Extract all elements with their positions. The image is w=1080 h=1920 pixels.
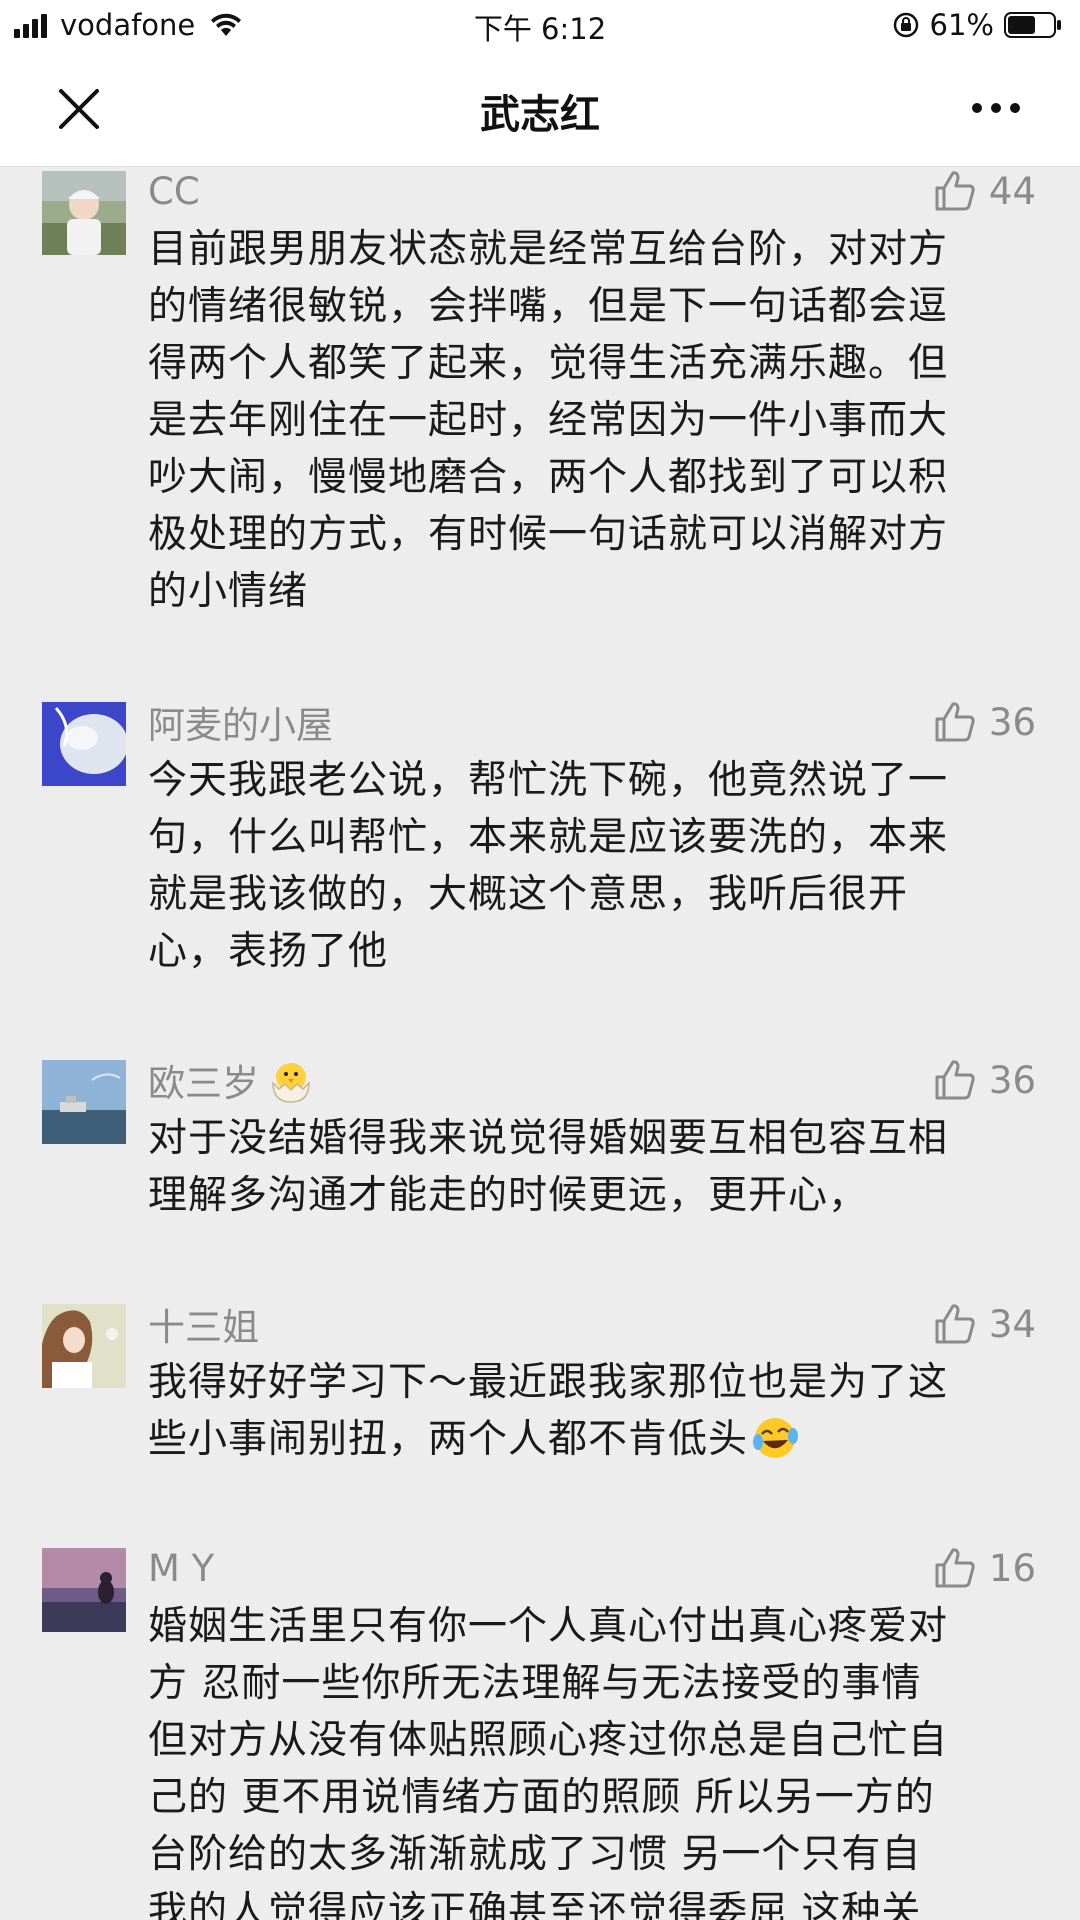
avatar[interactable]	[42, 1304, 126, 1388]
author-name: 欧三岁	[148, 1062, 259, 1105]
avatar[interactable]	[42, 1548, 126, 1632]
battery-percent: 61%	[929, 8, 994, 42]
like-count: 34	[988, 1302, 1036, 1346]
thumbs-up-icon	[935, 1304, 975, 1344]
like-button[interactable]: 44	[933, 167, 1036, 215]
rolling-laughing-emoji-icon	[753, 1418, 799, 1458]
comment-text: 目前跟男朋友状态就是经常互给台阶，对对方 的情绪很敏锐，会拌嘴，但是下一句话都会…	[148, 227, 949, 614]
comment-author[interactable]: 欧三岁	[148, 1056, 317, 1105]
like-count: 44	[988, 169, 1036, 213]
comment-author[interactable]: M Y	[148, 1544, 214, 1592]
avatar[interactable]	[42, 1060, 126, 1144]
comment-text: 今天我跟老公说，帮忙洗下碗，他竟然说了一 句，什么叫帮忙，本来就是应该要洗的，本…	[148, 758, 949, 974]
comment-text-body: 我得好好学习下～最近跟我家那位也是为了这 些小事闹别扭，两个人都不肯低头	[148, 1360, 949, 1462]
like-count: 36	[988, 1058, 1036, 1102]
status-bar: vodafone 下午 6:12 61%	[0, 0, 1080, 50]
nav-bar: 武志红	[0, 50, 1080, 167]
comment-text: 婚姻生活里只有你一个人真心付出真心疼爱对 方 忍耐一些你所无法理解与无法接受的事…	[148, 1604, 949, 1920]
like-count: 16	[988, 1546, 1036, 1590]
status-right: 61%	[892, 8, 1062, 42]
like-button[interactable]: 34	[933, 1300, 1036, 1348]
hatching-chick-icon	[272, 1063, 310, 1103]
thumbs-up-icon	[935, 702, 975, 742]
like-button[interactable]: 36	[933, 698, 1036, 746]
page-title: 武志红	[480, 92, 600, 138]
thumbs-up-icon	[935, 1060, 975, 1100]
like-count: 36	[988, 700, 1036, 744]
more-options-icon[interactable]	[970, 100, 1022, 116]
comment-author[interactable]: 十三姐	[148, 1300, 259, 1349]
thumbs-up-icon	[935, 171, 975, 211]
battery-icon	[1004, 12, 1061, 38]
comment-author[interactable]: 阿麦的小屋	[148, 698, 333, 747]
thumbs-up-icon	[935, 1548, 975, 1588]
like-button[interactable]: 16	[933, 1544, 1036, 1592]
comment-author[interactable]: CC	[148, 167, 200, 215]
comment-list: CC 44 目前跟男朋友状态就是经常互给台阶，对对方 的情绪很敏锐，会拌嘴，但是…	[0, 167, 1080, 1920]
avatar[interactable]	[42, 702, 126, 786]
avatar[interactable]	[42, 171, 126, 255]
rotation-lock-icon	[893, 12, 918, 38]
comment-text: 对于没结婚得我来说觉得婚姻要互相包容互相 理解多沟通才能走的时候更远，更开心，	[148, 1116, 949, 1218]
like-button[interactable]: 36	[933, 1056, 1036, 1104]
comment-text: 我得好好学习下～最近跟我家那位也是为了这 些小事闹别扭，两个人都不肯低头	[148, 1354, 1028, 1468]
